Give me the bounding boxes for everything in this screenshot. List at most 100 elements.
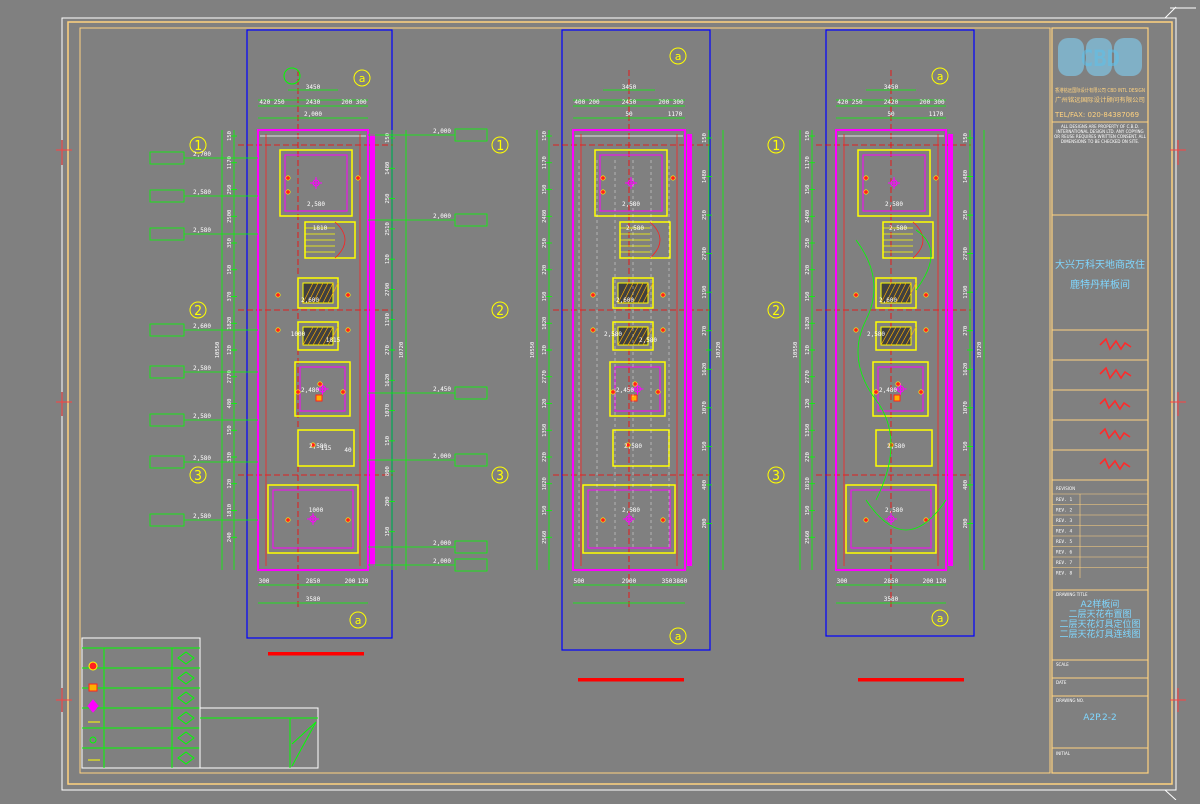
dimension-text: 420 250 xyxy=(837,99,863,106)
downlight-icon xyxy=(863,175,869,181)
dimension-text: 2,000 xyxy=(304,111,322,118)
dimension-text: 50 xyxy=(625,111,633,118)
room-dimension-label: 2,580 xyxy=(307,201,325,208)
callout-text: 2,580 xyxy=(193,189,211,196)
dimension-text: 200 300 xyxy=(658,99,684,106)
dimension-text: 1170 xyxy=(668,111,683,118)
dimension-text: 120 xyxy=(542,399,548,409)
dimension-text: 1350 xyxy=(542,424,548,437)
downlight-icon xyxy=(285,175,291,181)
floor-plan-middle: 1 2 3 a a 2,580 2,580 2,600 2,450 2,580 2,580 2,580… xyxy=(491,29,724,682)
dimension-text: 120 xyxy=(385,254,391,264)
room-dimension-label: 40 xyxy=(344,447,352,454)
dimension-text: 1620 xyxy=(963,363,969,376)
dimension-text: 2770 xyxy=(805,370,811,383)
room-dimension-label: 2,580 xyxy=(604,331,622,338)
grid-row-label: 3 xyxy=(772,469,780,484)
downlight-icon xyxy=(660,292,666,298)
dimension-text: 480 xyxy=(227,399,233,409)
callout-text: 2,000 xyxy=(433,128,451,135)
callout-text: 2,700 xyxy=(193,151,211,158)
dimension-text: 3450 xyxy=(306,84,321,91)
dimension-text: 200 xyxy=(385,496,391,506)
dimension-text: 3860 xyxy=(673,578,688,585)
dimension-text: 1480 xyxy=(385,162,391,175)
dimension-text: 220 xyxy=(542,452,548,462)
grid-row-label: 3 xyxy=(496,469,504,484)
downlight-icon xyxy=(863,189,869,195)
callout-box xyxy=(149,189,185,203)
dimension-text: 150 xyxy=(542,131,548,141)
callout-text: 2,000 xyxy=(433,453,451,460)
room-dimension-label: 2,480 xyxy=(879,387,897,394)
callout-box xyxy=(149,513,185,527)
downlight-icon xyxy=(660,517,666,523)
signature-1 xyxy=(1099,337,1132,351)
downlight-icon xyxy=(600,175,606,181)
dimension-text: 2420 xyxy=(884,99,899,106)
cad-drawing-canvas[interactable]: CBD 香港铭远国际设计有限公司 CBD INTL DESIGN 广州铭远国际设… xyxy=(0,0,1200,801)
dimension-text: 1170 xyxy=(805,156,811,169)
spotlight-icon xyxy=(315,394,323,402)
sensor-icon xyxy=(89,736,97,744)
room-dimension-label: 2,480 xyxy=(301,387,319,394)
dimension-text: 2480 xyxy=(805,210,811,223)
dimension-text: 1480 xyxy=(963,170,969,183)
dimension-text: 250 xyxy=(963,210,969,220)
downlight-icon xyxy=(923,292,929,298)
dimension-text: 1820 xyxy=(542,317,548,330)
dimension-text: 120 xyxy=(358,578,369,585)
dimension-text: 50 xyxy=(887,111,895,118)
dimension-text: 150 xyxy=(542,185,548,195)
dimension-text: 200 xyxy=(345,578,356,585)
callout-box xyxy=(149,151,185,165)
revision-label: REV. 7 xyxy=(1056,560,1073,566)
plan-title-underline xyxy=(858,678,964,682)
cad-drawing-svg: CBD 香港铭远国际设计有限公司 CBD INTL DESIGN 广州铭远国际设… xyxy=(56,6,1196,801)
dimension-text: 300 xyxy=(837,578,848,585)
revision-label: REV. 2 xyxy=(1056,508,1073,514)
dimension-text: 1480 xyxy=(702,170,708,183)
dimension-text: 2790 xyxy=(963,247,969,260)
grid-row-label: 2 xyxy=(496,304,504,319)
callout-box xyxy=(454,540,488,554)
signature-area xyxy=(1052,337,1148,471)
callout-box xyxy=(149,365,185,379)
grid-col-label: a xyxy=(675,630,682,643)
downlight-icon xyxy=(918,389,924,395)
dimension-text: 150 xyxy=(542,292,548,302)
grid-row-label: 3 xyxy=(194,469,202,484)
dimension-text: 2500 xyxy=(227,210,233,223)
room-dimension-label: 1000 xyxy=(291,331,306,338)
room-dimension-label: 2,600 xyxy=(616,297,634,304)
signature-3 xyxy=(1099,397,1131,411)
spotlight-icon xyxy=(893,394,901,402)
downlight-icon xyxy=(660,327,666,333)
dimension-text: 250 xyxy=(805,238,811,248)
signature-4 xyxy=(1099,427,1131,441)
downlight-icon xyxy=(285,189,291,195)
logo-text: CBD xyxy=(1080,47,1120,72)
dimension-text: 2900 xyxy=(622,578,637,585)
downlight-icon xyxy=(863,517,869,523)
project-title: 大兴万科天地商改住 xyxy=(1055,258,1145,271)
dimension-text: 300 xyxy=(259,578,270,585)
project-subtitle: 鹿特丹样板间 xyxy=(1070,278,1130,291)
dimension-text: 2560 xyxy=(805,531,811,544)
dimension-text: 150 xyxy=(805,131,811,141)
legend-table xyxy=(81,637,319,769)
drawing-title-1: A2样板间 xyxy=(1081,598,1120,610)
callout-text: 2,450 xyxy=(433,386,451,393)
downlight-icon xyxy=(345,292,351,298)
initial-label: INITIAL xyxy=(1056,751,1071,756)
revision-table: REV. 1 REV. 2 REV. 3 REV. 4 REV. 5 REV. 6 REV.… xyxy=(1052,493,1148,578)
copyright-notes: ALL DESIGNS ARE PROPERTY OF C.B.D. INTER… xyxy=(1054,124,1146,144)
dimension-text: 150 xyxy=(385,527,391,537)
dimension-text: 350 xyxy=(227,238,233,248)
plan-title-underline xyxy=(268,652,364,656)
dimension-text: 1070 xyxy=(385,404,391,417)
dimension-text: 250 xyxy=(542,238,548,248)
downlight-icon xyxy=(295,389,301,395)
date-label: DATE xyxy=(1056,680,1067,685)
dimension-text: 10720 xyxy=(716,342,722,359)
